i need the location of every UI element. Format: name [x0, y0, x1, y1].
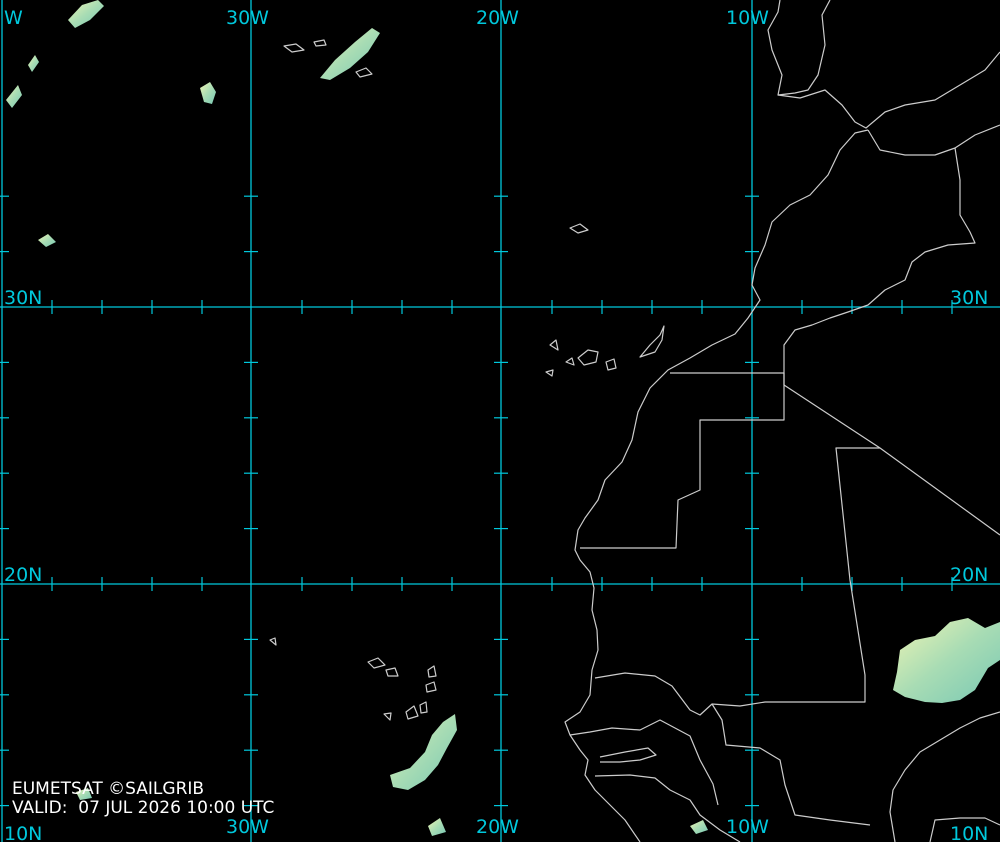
credit-line: EUMETSAT ©SAILGRIB — [12, 779, 205, 799]
coastline-mediterranean — [867, 124, 1000, 156]
satellite-map: W 30W 20W 10W 30N 30N 20N 20N 30W 20W 10… — [0, 0, 1000, 842]
label-lat-30n-left: 30N — [4, 287, 42, 309]
coastline-cape-verde-8 — [269, 637, 277, 646]
graticule — [0, 0, 1000, 842]
coastline-cape-verde-6 — [419, 701, 428, 714]
cloud-patch-small-2 — [28, 55, 39, 72]
label-lon-30w-top: 30W — [226, 7, 269, 29]
label-lon-10w-top: 10W — [726, 7, 769, 29]
label-lon-30w-bottom: 30W — [226, 816, 269, 838]
cloud-patch-azores — [200, 82, 216, 104]
coastline-cape-verde-2 — [385, 667, 399, 677]
border-guinea — [599, 747, 657, 763]
coastline-cape-verde-1 — [367, 657, 386, 669]
cloud-patch-small-3 — [690, 820, 708, 834]
coastline-cape-verde-7 — [383, 712, 392, 721]
label-lat-10n-bottom-right: 10N — [950, 823, 988, 842]
cloud-patch-small-4 — [428, 818, 446, 836]
coastline-canary-1 — [639, 325, 665, 358]
border-morocco-algeria — [783, 147, 976, 385]
coastline-canary-6 — [545, 369, 554, 377]
graticule-ticks — [0, 195, 953, 807]
coastline-cape-verde-3 — [427, 665, 437, 678]
coastline-azores-1 — [283, 43, 305, 53]
label-lat-30n-right: 30N — [950, 287, 988, 309]
coastline-canary-2 — [577, 349, 599, 366]
label-lat-20n-left: 20N — [4, 564, 42, 586]
coastline-morocco — [564, 129, 869, 842]
coastline-madeira — [569, 223, 589, 234]
border-western-sahara — [580, 372, 785, 549]
label-lat-20n-right: 20N — [950, 564, 988, 586]
label-lon-partial-top: W — [4, 7, 23, 29]
label-lon-20w-bottom: 20W — [476, 816, 519, 838]
border-guinea-south — [594, 774, 741, 842]
coastline-canary-5 — [565, 357, 575, 366]
coastline-iberia — [767, 0, 831, 96]
coastline-cape-verde-5 — [405, 705, 419, 720]
coastline-cape-verde-4 — [425, 681, 437, 693]
cloud-patch-sahara — [893, 618, 1000, 703]
coastline-canary-3 — [605, 358, 617, 371]
coastline-iberia-south — [777, 51, 1000, 129]
coastline-azores-2 — [313, 39, 327, 47]
cloud-patch-corner — [68, 0, 104, 28]
cloud-patch-small-1 — [38, 234, 56, 247]
label-lon-10w-bottom: 10W — [726, 816, 769, 838]
grid-labels: W 30W 20W 10W 30N 30N 20N 20N 30W 20W 10… — [4, 7, 988, 842]
coastline-azores-3 — [355, 67, 373, 78]
border-senegal — [569, 719, 719, 806]
cloud-patch-cape-verde — [390, 714, 457, 790]
label-lon-20w-top: 20W — [476, 7, 519, 29]
coastlines — [269, 0, 1000, 842]
valid-time: VALID: 07 JUL 2026 10:00 UTC — [12, 798, 275, 818]
label-lat-10n-bottom-left: 10N — [4, 823, 42, 842]
border-mali-east — [711, 703, 871, 826]
cloud-patch-west — [6, 85, 22, 108]
coastline-canary-4 — [549, 339, 559, 351]
